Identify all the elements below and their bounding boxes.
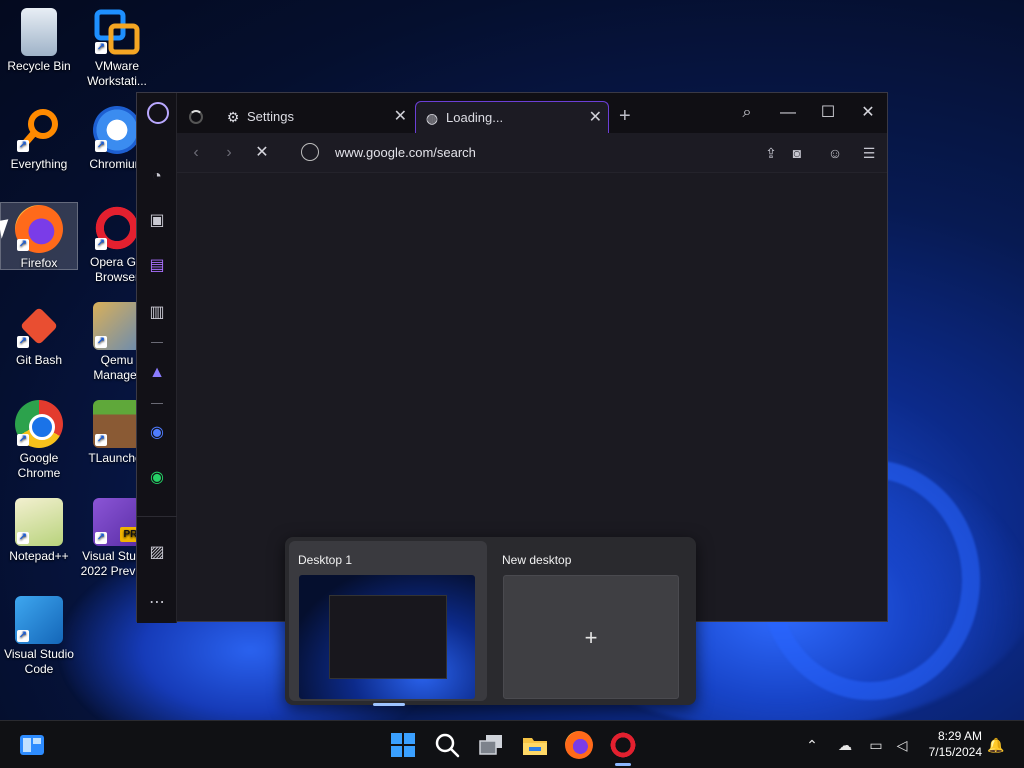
new-tab-button[interactable]: + [619, 101, 631, 131]
site-info-icon[interactable] [301, 143, 319, 161]
gear-icon: ⚙ [226, 109, 240, 125]
close-window-button[interactable]: ✕ [854, 99, 882, 127]
minimize-button[interactable]: — [774, 99, 802, 127]
snapshot-icon[interactable]: ◙ [787, 143, 807, 163]
desktop-icon-recycle-bin[interactable]: Recycle Bin [0, 8, 78, 74]
git-bash-icon: ↗ [15, 302, 63, 350]
shortcut-arrow-icon: ↗ [17, 434, 29, 446]
gx-control-icon[interactable]: ▣ [147, 211, 167, 231]
google-chrome-icon: ↗ [15, 400, 63, 448]
task-view-desktops: Desktop 1 New desktop + [285, 537, 696, 706]
tab-settings[interactable]: ⚙ Settings ✕ [217, 101, 413, 133]
loading-spinner-icon [189, 110, 203, 124]
aria-icon[interactable]: ▲ [147, 363, 167, 383]
shortcut-arrow-icon: ↗ [95, 336, 107, 348]
desktop-1-thumbnail[interactable] [299, 575, 475, 699]
more-icon[interactable]: ⋯ [147, 593, 167, 613]
shortcut-arrow-icon: ↗ [17, 239, 29, 251]
stop-loading-button[interactable]: ✕ [250, 141, 274, 165]
opera-gx-taskbar-icon[interactable] [609, 731, 637, 759]
gx-corner-icon[interactable]: ▥ [147, 303, 167, 323]
new-desktop-thumbnail[interactable]: + [503, 575, 679, 699]
taskbar: ⌃ ☁ ▭ ◁ 8:29 AM 7/15/2024 🔔 [0, 720, 1024, 768]
shortcut-arrow-icon: ↗ [95, 140, 107, 152]
notepad-plus-plus-icon: ↗ [15, 498, 63, 546]
onedrive-offline-icon[interactable]: ☁ [835, 735, 855, 755]
globe-icon: ◍ [425, 110, 439, 126]
url-field[interactable]: www.google.com/search [335, 145, 476, 160]
share-icon[interactable]: ⇪ [761, 143, 781, 163]
forward-button[interactable]: › [217, 141, 241, 165]
active-app-indicator [615, 763, 631, 766]
browser-sidebar: ◔ ▣ ▤ ▥ ▲ ◉ ◉ ▨ ⋯ [137, 93, 177, 623]
chromium-icon: ↗ [93, 106, 141, 154]
sidebar-divider [137, 516, 177, 517]
tlauncher-icon: ↗ [93, 400, 141, 448]
desktop-icon-everything[interactable]: ↗ Everything [0, 106, 78, 172]
back-button[interactable]: ‹ [184, 141, 208, 165]
desktop-icon-notepad-plus-plus[interactable]: ↗ Notepad++ [0, 498, 78, 564]
firefox-icon: ↗ [15, 205, 63, 253]
sidebar-divider [151, 403, 163, 404]
opera-gx-icon: ↗ [93, 204, 141, 252]
everything-icon: ↗ [15, 106, 63, 154]
sidebar-divider [151, 342, 163, 343]
desktop-1-card[interactable]: Desktop 1 [289, 541, 487, 706]
desktop-icon-git-bash[interactable]: ↗ Git Bash [0, 302, 78, 368]
add-desktop-icon: + [584, 625, 598, 650]
task-view-icon[interactable] [477, 731, 505, 759]
twitch-icon[interactable]: ▤ [147, 256, 167, 276]
active-desktop-indicator [373, 703, 405, 706]
network-icon[interactable]: ▭ [866, 735, 886, 755]
vmware-icon: ↗ [93, 8, 141, 56]
messenger-icon[interactable]: ◉ [147, 423, 167, 443]
visual-studio-icon: PRE ↗ [93, 498, 147, 546]
tab-close-button[interactable]: ✕ [589, 102, 602, 134]
thumbnail-window [329, 595, 447, 679]
volume-muted-icon[interactable]: ◁ [892, 735, 912, 755]
file-explorer-icon[interactable] [521, 731, 549, 759]
shortcut-arrow-icon: ↗ [17, 532, 29, 544]
widgets-icon[interactable] [18, 731, 46, 759]
whatsapp-icon[interactable]: ◉ [147, 468, 167, 488]
system-clock[interactable]: 8:29 AM 7/15/2024 [912, 728, 982, 760]
account-icon[interactable]: ☺ [825, 143, 845, 163]
chevron-up-icon[interactable]: ⌃ [802, 735, 822, 755]
desktop-icon-firefox[interactable]: ↗ Firefox [0, 202, 78, 270]
notification-icon[interactable]: 🔔 [986, 735, 1006, 755]
shortcut-arrow-icon: ↗ [95, 42, 107, 54]
shortcut-arrow-icon: ↗ [95, 238, 107, 250]
search-tabs-icon[interactable]: ⌕ [733, 99, 761, 127]
opera-logo-icon[interactable] [147, 102, 169, 124]
desktop-icon-vscode[interactable]: ↗ Visual Studio Code [0, 596, 78, 677]
tab-close-button[interactable]: ✕ [394, 101, 407, 133]
recycle-bin-icon [21, 8, 57, 56]
desktop-icon-vmware[interactable]: ↗ VMware Workstati... [78, 8, 156, 89]
shortcut-arrow-icon: ↗ [17, 630, 29, 642]
search-icon[interactable] [433, 731, 461, 759]
vscode-icon: ↗ [15, 596, 63, 644]
address-bar: ‹ › ✕ www.google.com/search ⇪ ◙ ☺ ☰ [177, 133, 887, 173]
firefox-taskbar-icon[interactable] [565, 731, 593, 759]
shortcut-arrow-icon: ↗ [95, 434, 107, 446]
desktop-icon-google-chrome[interactable]: ↗ Google Chrome [0, 400, 78, 481]
easy-setup-icon[interactable]: ☰ [859, 143, 879, 163]
gallery-icon[interactable]: ▨ [147, 543, 167, 563]
shortcut-arrow-icon: ↗ [17, 336, 29, 348]
shortcut-arrow-icon: ↗ [95, 532, 107, 544]
start-button[interactable] [389, 731, 417, 759]
qemu-manager-icon: ↗ [93, 302, 141, 350]
new-desktop-card[interactable]: New desktop + [493, 541, 691, 701]
maximize-button[interactable]: ☐ [814, 99, 842, 127]
shortcut-arrow-icon: ↗ [17, 140, 29, 152]
speed-dial-icon[interactable]: ◔ [147, 167, 167, 187]
tab-loading[interactable]: ◍ Loading... ✕ [415, 101, 609, 133]
